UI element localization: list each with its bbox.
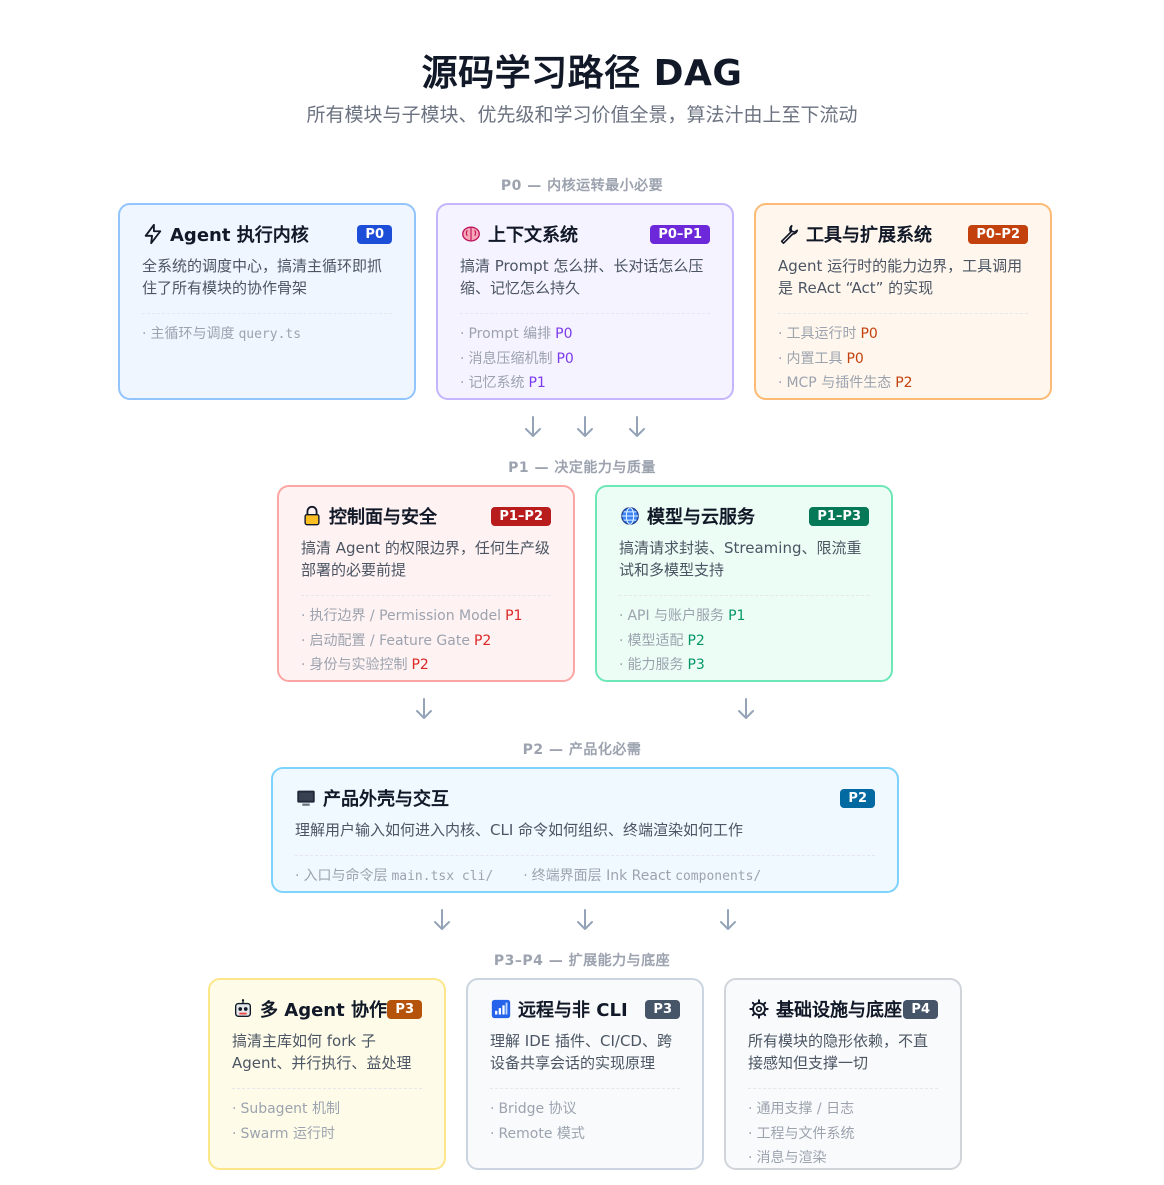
signal-icon xyxy=(490,998,512,1020)
divider xyxy=(778,313,1028,314)
card-description: 全系统的调度中心，搞清主循环即抓住了所有模块的协作骨架 xyxy=(142,257,383,297)
sub-item: · 工具运行时 P0 xyxy=(778,326,878,342)
wrench-icon xyxy=(778,223,800,245)
tier-label-p1: P1 — 决定能力与质量 xyxy=(508,460,656,476)
priority-badge: P4 xyxy=(903,999,938,1019)
card-title: 基础设施与底座 xyxy=(776,1000,902,1021)
down-arrow-icon xyxy=(718,908,738,932)
sub-item: · 启动配置 / Feature Gate P2 xyxy=(301,632,492,649)
card-product-shell[interactable]: 产品外壳与交互 P2 理解用户输入如何进入内核、CLI 命令如何组织、终端渲染如… xyxy=(271,767,899,893)
card-title: 远程与非 CLI xyxy=(518,1000,628,1021)
tier-label-p2: P2 — 产品化必需 xyxy=(522,742,642,758)
divider xyxy=(295,855,875,856)
sub-item: · Prompt 编排 P0 xyxy=(460,326,573,342)
globe-icon xyxy=(619,505,641,527)
priority-badge: P3 xyxy=(645,999,680,1019)
sub-item: · MCP 与插件生态 P2 xyxy=(778,375,913,391)
down-arrow-icon xyxy=(575,415,595,439)
card-tools-system[interactable]: 工具与扩展系统 P0–P2 Agent 运行时的能力边界，工具调用是 ReAct… xyxy=(754,203,1052,400)
sub-item: · Swarm 运行时 xyxy=(232,1125,335,1142)
priority-badge: P0–P2 xyxy=(968,224,1028,244)
sub-item: · 身份与实验控制 P2 xyxy=(301,657,429,673)
priority-badge: P0–P1 xyxy=(650,224,710,244)
divider xyxy=(619,595,869,596)
down-arrow-icon xyxy=(414,697,434,721)
sub-item: · Subagent 机制 xyxy=(232,1101,340,1117)
lock-icon xyxy=(301,505,323,527)
card-title: 控制面与安全 xyxy=(329,507,437,528)
down-arrow-icon xyxy=(736,697,756,721)
card-control-security[interactable]: 控制面与安全 P1–P2 搞清 Agent 的权限边界，任何生产级部署的必要前提… xyxy=(277,485,575,682)
card-description: 搞清 Agent 的权限边界，任何生产级部署的必要前提 xyxy=(301,539,550,579)
card-description: 理解 IDE 插件、CI/CD、跨设备共享会话的实现原理 xyxy=(490,1032,672,1072)
card-description: 所有模块的隐形依赖，不直接感知但支撑一切 xyxy=(748,1032,929,1072)
brain-icon xyxy=(460,223,482,245)
sub-item: · Bridge 协议 xyxy=(490,1101,577,1117)
lightning-icon xyxy=(142,223,164,245)
down-arrow-icon xyxy=(575,908,595,932)
gear-icon xyxy=(748,998,770,1020)
card-title: Agent 执行内核 xyxy=(170,225,309,246)
priority-badge: P2 xyxy=(840,788,875,808)
priority-badge: P0 xyxy=(357,224,392,244)
card-title: 产品外壳与交互 xyxy=(323,789,449,810)
priority-badge: P1–P2 xyxy=(491,506,551,526)
page-title: 源码学习路径 DAG xyxy=(421,53,743,94)
sub-item: · 能力服务 P3 xyxy=(619,657,705,673)
card-description: Agent 运行时的能力边界，工具调用是 ReAct “Act” 的实现 xyxy=(778,257,1023,297)
card-title: 模型与云服务 xyxy=(647,507,755,528)
sub-item: · 通用支撑 / 日志 xyxy=(748,1101,855,1117)
down-arrow-icon xyxy=(432,908,452,932)
divider xyxy=(748,1088,938,1089)
sub-item: · 终端界面层 Ink React components/ xyxy=(523,868,762,884)
divider xyxy=(490,1088,680,1089)
sub-item: · 消息与渲染 xyxy=(748,1150,827,1166)
card-remote-non-cli[interactable]: 远程与非 CLI P3 理解 IDE 插件、CI/CD、跨设备共享会话的实现原理… xyxy=(466,978,704,1170)
down-arrow-icon xyxy=(627,415,647,439)
card-description: 搞清主库如何 fork 子 Agent、并行执行、益处理 xyxy=(232,1032,412,1072)
divider xyxy=(232,1088,422,1089)
sub-item: · 执行边界 / Permission Model P1 xyxy=(301,608,523,624)
card-context-system[interactable]: 上下文系统 P0–P1 搞清 Prompt 怎么拼、长对话怎么压缩、记忆怎么持久… xyxy=(436,203,734,400)
monitor-icon xyxy=(295,787,317,809)
sub-item: · 消息压缩机制 P0 xyxy=(460,350,574,367)
tier-label-p3-p4: P3–P4 — 扩展能力与底座 xyxy=(493,953,671,969)
tier-label-p0: P0 — 内核运转最小必要 xyxy=(500,178,664,194)
down-arrow-icon xyxy=(523,415,543,439)
sub-item: · 主循环与调度 query.ts xyxy=(142,326,302,342)
priority-badge: P3 xyxy=(387,999,422,1019)
card-description: 理解用户输入如何进入内核、CLI 命令如何组织、终端渲染如何工作 xyxy=(295,821,744,839)
page-subtitle: 所有模块与子模块、优先级和学习价值全景，算法汁由上至下流动 xyxy=(306,104,858,126)
sub-item: · 内置工具 P0 xyxy=(778,350,864,367)
sub-item: · 入口与命令层 main.tsx cli/ xyxy=(295,868,494,884)
card-infrastructure[interactable]: 基础设施与底座 P4 所有模块的隐形依赖，不直接感知但支撑一切 · 通用支撑 / … xyxy=(724,978,962,1170)
card-model-cloud[interactable]: 模型与云服务 P1–P3 搞清请求封装、Streaming、限流重试和多模型支持… xyxy=(595,485,893,682)
sub-item: · 记忆系统 P1 xyxy=(460,375,546,391)
card-description: 搞清 Prompt 怎么拼、长对话怎么压缩、记忆怎么持久 xyxy=(460,257,704,297)
priority-badge: P1–P3 xyxy=(809,506,869,526)
card-multi-agent[interactable]: 多 Agent 协作 P3 搞清主库如何 fork 子 Agent、并行执行、益… xyxy=(208,978,446,1170)
robot-icon xyxy=(232,998,254,1020)
sub-item: · API 与账户服务 P1 xyxy=(619,608,746,624)
sub-item: · Remote 模式 xyxy=(490,1125,585,1142)
card-title: 上下文系统 xyxy=(488,225,578,246)
divider xyxy=(460,313,710,314)
card-description: 搞清请求封装、Streaming、限流重试和多模型支持 xyxy=(619,539,862,579)
card-title: 工具与扩展系统 xyxy=(806,225,932,246)
divider xyxy=(142,313,392,314)
divider xyxy=(301,595,551,596)
card-agent-core[interactable]: Agent 执行内核 P0 全系统的调度中心，搞清主循环即抓住了所有模块的协作骨… xyxy=(118,203,416,400)
sub-item: · 模型适配 P2 xyxy=(619,632,705,649)
card-title: 多 Agent 协作 xyxy=(260,1000,387,1021)
sub-item: · 工程与文件系统 xyxy=(748,1125,855,1142)
